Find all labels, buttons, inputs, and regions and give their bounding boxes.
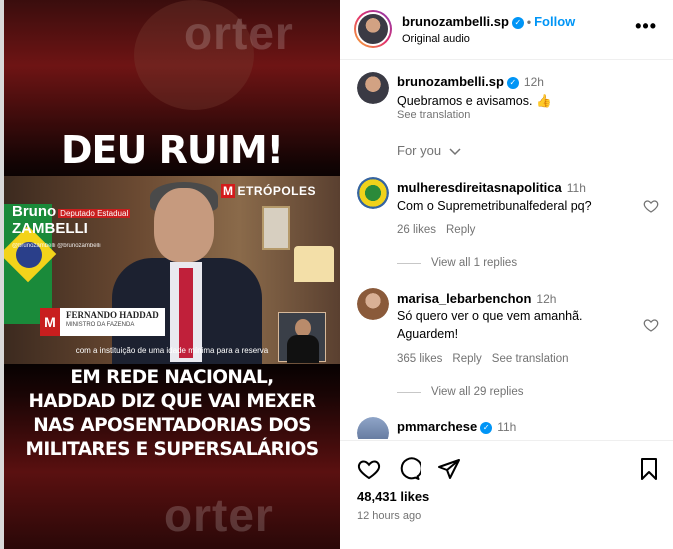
- comment-time: 12h: [536, 292, 557, 306]
- video-subtitle: com a instituição de uma idade mínima pa…: [75, 346, 269, 355]
- original-audio-link[interactable]: Original audio: [402, 33, 470, 45]
- caption-text: Quebramos e avisamos. 👍: [397, 94, 552, 108]
- caption-avatar[interactable]: [357, 72, 389, 104]
- outlet-logo-m: M: [220, 184, 236, 198]
- like-comment-heart-icon[interactable]: [643, 317, 659, 333]
- comment-header: marisa_lebarbenchon 12h: [397, 291, 556, 306]
- post-date[interactable]: 12 hours ago: [357, 510, 421, 522]
- caption-header: brunozambelli.sp ✓ 12h: [397, 74, 544, 89]
- share-icon[interactable]: [437, 457, 461, 481]
- replies-line: [397, 391, 421, 393]
- view-replies-button[interactable]: View all 1 replies: [397, 257, 517, 269]
- more-icon[interactable]: •••: [635, 16, 657, 37]
- separator-dot: •: [526, 15, 532, 29]
- reel-caption-line: HADDAD DIZ QUE VAI MEXER: [28, 391, 316, 412]
- video-frame: Bruno Deputado Estadual ZAMBELLI @brunoza…: [4, 176, 340, 364]
- see-translation-link[interactable]: See translation: [397, 109, 470, 121]
- view-replies-button[interactable]: View all 29 replies: [397, 386, 523, 398]
- comment-text: Só quero ver o que vem amanhã. Aguardem!: [397, 307, 583, 343]
- reel-caption-line: MILITARES E SUPERSALÁRIOS: [25, 439, 320, 460]
- verified-icon: ✓: [480, 421, 493, 434]
- like-count[interactable]: 48,431 likes: [357, 489, 429, 504]
- follow-button[interactable]: Follow: [534, 14, 575, 29]
- caption-username[interactable]: brunozambelli.sp: [397, 74, 504, 89]
- reply-button[interactable]: Reply: [446, 224, 475, 236]
- portrait-frame: [262, 206, 290, 250]
- brand-badge: Bruno Deputado Estadual ZAMBELLI @brunoza…: [12, 203, 131, 254]
- comment-header: pmmarchese ✓ 11h: [397, 419, 516, 434]
- see-translation-link[interactable]: See translation: [492, 353, 569, 365]
- outlet-logo: M ETRÓPOLES: [220, 184, 316, 198]
- commenter-avatar[interactable]: [357, 288, 389, 320]
- brand-subtitle: Deputado Estadual: [58, 209, 131, 218]
- background-watermark-text: orter: [184, 7, 294, 59]
- reel-caption-overlay: EM REDE NACIONAL, HADDAD DIZ QUE VAI MEX…: [4, 366, 340, 462]
- bookmark-icon[interactable]: [637, 457, 661, 481]
- outlet-name: ETRÓPOLES: [237, 184, 316, 198]
- comment-likes[interactable]: 26 likes: [397, 224, 436, 236]
- lamp: [294, 246, 334, 282]
- post-actions: 48,431 likes 12 hours ago: [340, 440, 673, 549]
- for-you-sort[interactable]: For you: [397, 143, 461, 158]
- background-watermark-text: orter: [164, 489, 274, 541]
- commenter-username[interactable]: marisa_lebarbenchon: [397, 291, 531, 306]
- lower-third-role: MINISTRO DA FAZENDA: [66, 322, 135, 328]
- comment-header: mulheresdireitasnapolitica 11h: [397, 180, 586, 195]
- header-user-row: brunozambelli.sp ✓ • Follow: [402, 14, 575, 29]
- reel-caption-line: NAS APOSENTADORIAS DOS: [33, 415, 311, 436]
- comment-meta: 365 likes Reply See translation: [397, 353, 579, 365]
- comments-list[interactable]: brunozambelli.sp ✓ 12h Quebramos e avisamo…: [340, 61, 673, 439]
- like-comment-heart-icon[interactable]: [643, 198, 659, 214]
- lower-third: M FERNANDO HADDAD MINISTRO DA FAZENDA: [40, 308, 165, 336]
- post-header: brunozambelli.sp ✓ • Follow Original audio …: [340, 0, 673, 60]
- reply-button[interactable]: Reply: [452, 353, 481, 365]
- lower-third-text: FERNANDO HADDAD MINISTRO DA FAZENDA: [60, 308, 165, 336]
- verified-icon: ✓: [511, 16, 524, 29]
- comment-meta: 26 likes Reply: [397, 224, 485, 236]
- heart-icon[interactable]: [357, 457, 381, 481]
- reel-headline: DEU RUIM!: [61, 128, 284, 172]
- view-replies-label: View all 1 replies: [431, 257, 518, 269]
- commenter-avatar[interactable]: [357, 417, 389, 439]
- post-details-panel: brunozambelli.sp ✓ • Follow Original audio …: [340, 0, 673, 549]
- brand-first-name: Bruno: [12, 203, 57, 220]
- commenter-username[interactable]: mulheresdireitasnapolitica: [397, 180, 562, 195]
- lower-third-name: FERNANDO HADDAD: [66, 310, 159, 320]
- comment-text-line: Só quero ver o que vem amanhã.: [397, 309, 583, 323]
- author-avatar[interactable]: [354, 10, 392, 48]
- replies-line: [397, 262, 421, 264]
- chevron-down-icon: [449, 148, 461, 155]
- comment-time: 11h: [497, 420, 517, 434]
- caption-time: 12h: [523, 75, 544, 89]
- verified-icon: ✓: [506, 76, 519, 89]
- author-username[interactable]: brunozambelli.sp: [402, 14, 509, 29]
- brand-last-name: ZAMBELLI: [12, 220, 88, 237]
- comment-text: Com o Supremetribunalfederal pq?: [397, 199, 592, 213]
- instagram-post-modal: orter DEU RUIM! Bruno Deputado Estadual Z…: [0, 0, 673, 549]
- lower-third-logo: M: [40, 308, 60, 336]
- reel-video[interactable]: orter DEU RUIM! Bruno Deputado Estadual Z…: [4, 0, 340, 549]
- speaker-face: [154, 188, 214, 262]
- view-replies-label: View all 29 replies: [431, 386, 524, 398]
- media-panel: orter DEU RUIM! Bruno Deputado Estadual Z…: [0, 0, 340, 549]
- for-you-label: For you: [397, 143, 442, 158]
- comment-likes[interactable]: 365 likes: [397, 353, 442, 365]
- comment-text-line: Aguardem!: [397, 327, 459, 341]
- commenter-avatar[interactable]: [357, 177, 389, 209]
- commenter-username[interactable]: pmmarchese: [397, 419, 477, 434]
- reel-caption-line: EM REDE NACIONAL,: [70, 367, 274, 388]
- speaker-tie: [179, 268, 193, 358]
- comment-time: 11h: [566, 181, 586, 195]
- brand-social: @brunozambelli @brunozambelli: [12, 243, 101, 249]
- comment-icon[interactable]: [397, 457, 421, 481]
